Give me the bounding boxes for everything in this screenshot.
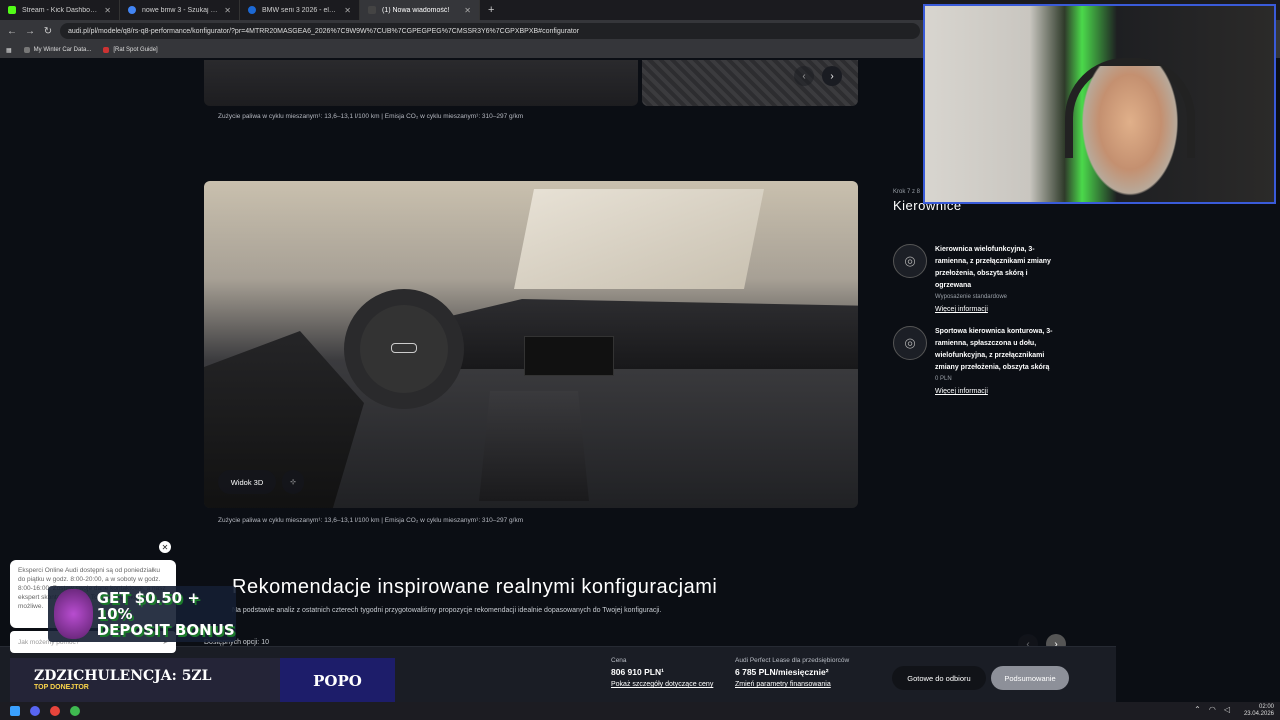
taskbar: ⌃ ◠ ◁ 02:00 23.04.2026 <box>0 702 1280 720</box>
audi-rings-icon <box>391 343 417 353</box>
bookmark-label: [Rat Spot Guide] <box>113 47 158 53</box>
google-favicon-icon <box>128 6 136 14</box>
bookmark-label: My Winter Car Data... <box>33 47 92 53</box>
price-details-link[interactable]: Pokaż szczegóły dotyczące ceny <box>611 681 713 688</box>
bookmark-favicon-icon <box>23 47 30 53</box>
kick-favicon-icon <box>8 6 16 14</box>
tab-title: (1) Nowa wiadomość! <box>382 6 450 14</box>
chrome-icon[interactable] <box>50 706 60 716</box>
dashboard <box>434 299 858 369</box>
tab-title: BMW serii 3 2026 - elektryczne <box>262 6 339 14</box>
next-arrow-icon[interactable]: › <box>822 66 842 86</box>
system-clock[interactable]: 02:00 23.04.2026 <box>1244 704 1274 718</box>
tab-google[interactable]: nowe bmw 3 - Szukaj w Google ✕ <box>120 0 240 20</box>
bookmark-item[interactable]: My Winter Car Data... <box>23 47 92 53</box>
view-3d-button[interactable]: Widok 3D <box>218 470 276 494</box>
lease-block: Audi Perfect Lease dla przedsiębiorców 6… <box>735 657 849 688</box>
mascot-icon <box>54 589 93 639</box>
center-console <box>479 391 589 501</box>
steering-option[interactable]: ◎ Sportowa kierownica konturowa, 3-ramie… <box>893 326 1083 398</box>
deposit-bonus-overlay: GET $0.50 + 10% DEPOSIT BONUS <box>48 586 236 642</box>
promo-line-1: GET $0.50 + 10% <box>96 589 200 623</box>
recommendations-title: Rekomendacje inspirowane realnymi konfig… <box>232 576 718 598</box>
discord-icon[interactable] <box>30 706 40 716</box>
system-tray: ⌃ ◠ ◁ <box>1194 705 1230 714</box>
clock-time: 02:00 <box>1258 704 1274 710</box>
rear-window <box>514 189 764 289</box>
tab-title: Stream - Kick Dashboard <box>22 6 99 14</box>
lease-label: Audi Perfect Lease dla przedsiębiorców <box>735 657 850 664</box>
infotainment-screen <box>524 336 614 376</box>
promo-line-2: DEPOSIT BONUS <box>96 621 235 639</box>
steering-wheel-icon: ◎ <box>893 244 927 278</box>
fuel-consumption-note: Zużycie paliwa w cyklu mieszanym¹: 13,6–… <box>218 113 524 120</box>
bookmark-item[interactable]: [Rat Spot Guide] <box>103 47 158 53</box>
more-info-link[interactable]: Więcej informacji <box>935 306 1065 313</box>
chevron-up-icon[interactable]: ⌃ <box>1194 705 1201 714</box>
close-icon[interactable]: ✕ <box>104 6 111 15</box>
option-name: Sportowa kierownica konturowa, 3-ramienn… <box>935 328 1053 371</box>
donor-subtitle: TOP DONEJTOR <box>34 684 89 691</box>
youtube-favicon-icon <box>103 47 110 53</box>
steering-option[interactable]: ◎ Kierownica wielofunkcyjna, 3-ramienna,… <box>893 244 1083 316</box>
tab-kick[interactable]: Stream - Kick Dashboard ✕ <box>0 0 120 20</box>
seat-detail-image: ‹ › <box>642 60 858 106</box>
price-label: Cena <box>611 657 627 664</box>
tab-audi[interactable]: (1) Nowa wiadomość! ✕ <box>360 0 480 20</box>
tab-bmw[interactable]: BMW serii 3 2026 - elektryczne ✕ <box>240 0 360 20</box>
seat-gallery: ‹ › <box>204 60 858 106</box>
wifi-icon[interactable]: ◠ <box>1209 705 1216 714</box>
apps-icon[interactable]: ▦ <box>6 47 12 54</box>
lease-value: 6 785 PLN/miesięcznie² <box>735 667 829 677</box>
close-icon[interactable]: ✕ <box>464 6 471 15</box>
option-price: 0 PLN <box>935 376 952 382</box>
prev-arrow-icon[interactable]: ‹ <box>794 66 814 86</box>
close-icon[interactable]: ✕ <box>344 6 351 15</box>
audi-favicon-icon <box>368 6 376 14</box>
streamer <box>1075 66 1185 206</box>
seat-image <box>204 60 638 106</box>
ready-for-pickup-button[interactable]: Gotowe do odbioru <box>892 666 986 690</box>
back-icon[interactable]: ← <box>6 26 18 37</box>
close-chat-icon[interactable]: ✕ <box>159 541 171 553</box>
steering-wheel-icon: ◎ <box>893 326 927 360</box>
windows-start-icon[interactable] <box>10 706 20 716</box>
summary-button[interactable]: Podsumowanie <box>991 666 1069 690</box>
clock-date: 23.04.2026 <box>1243 711 1274 717</box>
option-status: Wyposażenie standardowe <box>935 294 1007 300</box>
webcam-overlay <box>923 4 1276 206</box>
fuel-consumption-note: Zużycie paliwa w cyklu mieszanym¹: 13,6–… <box>218 517 524 524</box>
change-financing-link[interactable]: Zmień parametry finansowania <box>735 681 849 688</box>
donor-name: ZDZICHULENCJA: 5ZL <box>34 668 212 684</box>
volume-icon[interactable]: ◁ <box>1224 705 1230 714</box>
bmw-favicon-icon <box>248 6 256 14</box>
view-mode-icon[interactable]: ⊹ <box>282 470 304 494</box>
top-donor-overlay: ZDZICHULENCJA: 5ZL TOP DONEJTOR POPO <box>10 658 395 702</box>
price-block: Cena 806 910 PLN¹ Pokaż szczegóły dotycz… <box>611 657 713 688</box>
recommendations-description: Na podstawie analiz z ostatnich czterech… <box>232 607 662 614</box>
reload-icon[interactable]: ↻ <box>42 26 54 37</box>
new-tab-icon[interactable]: + <box>480 4 502 16</box>
interior-view[interactable]: Widok 3D ⊹ <box>204 181 858 508</box>
donor-right-label: POPO <box>280 658 395 702</box>
price-value: 806 910 PLN¹ <box>611 667 664 677</box>
option-name: Kierownica wielofunkcyjna, 3-ramienna, z… <box>935 246 1051 289</box>
forward-icon[interactable]: → <box>24 26 36 37</box>
more-info-link[interactable]: Więcej informacji <box>935 388 1065 395</box>
url-field[interactable]: audi.pl/pl/modele/q8/rs-q8-performance/k… <box>60 23 920 39</box>
app-icon[interactable] <box>70 706 80 716</box>
tab-title: nowe bmw 3 - Szukaj w Google <box>142 6 218 14</box>
close-icon[interactable]: ✕ <box>224 6 231 15</box>
